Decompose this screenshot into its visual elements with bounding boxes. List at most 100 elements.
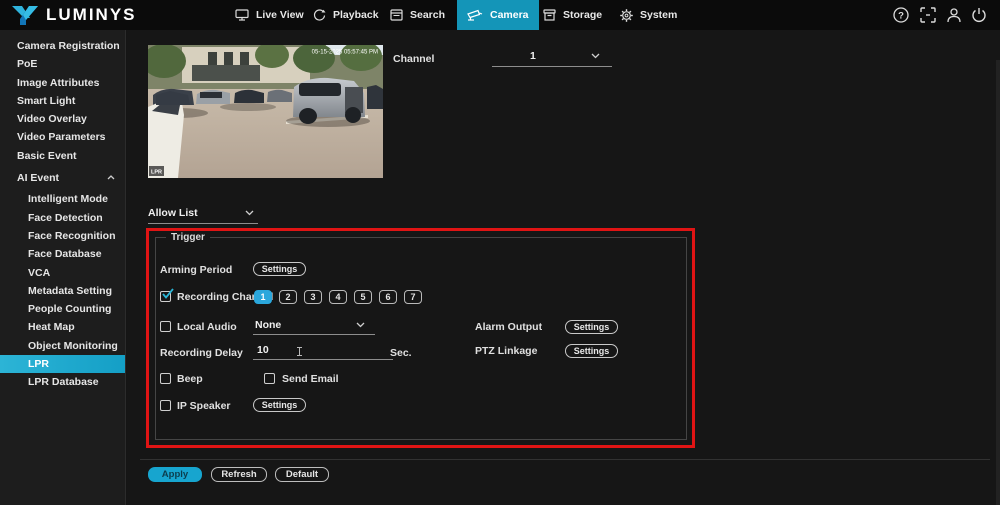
help-icon[interactable]: ?	[893, 7, 909, 23]
recording-channel-checkbox[interactable]	[160, 291, 171, 302]
sidebar-item-basic-event[interactable]: Basic Event	[0, 147, 125, 165]
local-audio-value: None	[255, 319, 281, 331]
recording-delay-value: 10	[257, 344, 269, 356]
tab-system[interactable]: System	[610, 0, 687, 30]
tab-camera[interactable]: Camera	[457, 0, 539, 30]
channel-button-3[interactable]: 3	[304, 290, 322, 304]
user-icon[interactable]	[946, 7, 962, 23]
ip-speaker-label: IP Speaker	[177, 400, 231, 412]
tab-search[interactable]: Search	[380, 0, 455, 30]
sidebar-item-label: AI Event	[17, 172, 59, 184]
tab-playback[interactable]: Playback	[303, 0, 389, 30]
local-audio-select[interactable]: None	[253, 319, 375, 335]
local-audio-checkbox[interactable]	[160, 321, 171, 332]
channel-button-6[interactable]: 6	[379, 290, 397, 304]
allow-list-value: Allow List	[148, 207, 198, 219]
beep-checkbox[interactable]	[160, 373, 171, 384]
sidebar-item-metadata-setting[interactable]: Metadata Setting	[0, 282, 125, 300]
ptz-linkage-settings-button[interactable]: Settings	[565, 344, 618, 358]
sidebar-item-intelligent-mode[interactable]: Intelligent Mode	[0, 190, 125, 208]
sidebar-item-vca[interactable]: VCA	[0, 264, 125, 282]
tab-label: Search	[410, 9, 445, 21]
ptz-linkage-label: PTZ Linkage	[475, 345, 537, 357]
brand-name: LUMINYS	[46, 5, 137, 25]
brand-logo: LUMINYS	[10, 0, 137, 30]
allow-list-select[interactable]: Allow List	[148, 207, 258, 224]
checkmark-icon	[161, 288, 175, 300]
luminys-app: LUMINYS Live View Playback Search	[0, 0, 1000, 505]
tab-storage[interactable]: Storage	[533, 0, 612, 30]
sidebar-item-face-database[interactable]: Face Database	[0, 245, 125, 263]
playback-icon	[313, 9, 326, 22]
chevron-down-icon	[356, 322, 365, 328]
chevron-down-icon	[245, 210, 254, 216]
sidebar-item-heat-map[interactable]: Heat Map	[0, 318, 125, 336]
video-preview[interactable]: 05-15-2025 05:57:45 PM LPR	[148, 45, 383, 178]
gear-icon	[620, 9, 633, 22]
refresh-button[interactable]: Refresh	[211, 467, 267, 482]
channel-button-5[interactable]: 5	[354, 290, 372, 304]
fullscreen-scan-icon[interactable]	[920, 7, 936, 23]
recording-delay-label: Recording Delay	[160, 347, 243, 359]
camera-icon	[467, 9, 483, 21]
sidebar-item-people-counting[interactable]: People Counting	[0, 300, 125, 318]
sidebar-item-ai-event[interactable]: AI Event	[0, 169, 125, 187]
sidebar-item-image-attributes[interactable]: Image Attributes	[0, 74, 125, 92]
alarm-output-label: Alarm Output	[475, 321, 542, 333]
stream-badge: LPR	[151, 170, 162, 176]
tab-label: Camera	[490, 9, 529, 21]
top-bar: LUMINYS Live View Playback Search	[0, 0, 1000, 30]
footer-divider	[140, 459, 990, 460]
luminys-logo-icon	[10, 4, 40, 26]
alarm-output-settings-button[interactable]: Settings	[565, 320, 618, 334]
ip-speaker-settings-button[interactable]: Settings	[253, 398, 306, 412]
channel-select[interactable]: 1	[492, 50, 612, 67]
apply-button[interactable]: Apply	[148, 467, 202, 482]
channel-button-2[interactable]: 2	[279, 290, 297, 304]
sidebar-item-object-monitoring[interactable]: Object Monitoring	[0, 337, 125, 355]
tab-label: Live View	[256, 9, 304, 21]
arming-period-settings-button[interactable]: Settings	[253, 262, 306, 276]
send-email-label: Send Email	[282, 373, 339, 385]
trigger-group: Trigger	[155, 237, 687, 440]
sidebar-item-smart-light[interactable]: Smart Light	[0, 92, 125, 110]
channel-value: 1	[530, 50, 536, 62]
vertical-scrollbar[interactable]	[996, 60, 1000, 505]
ip-speaker-checkbox[interactable]	[160, 400, 171, 411]
sidebar-item-video-overlay[interactable]: Video Overlay	[0, 110, 125, 128]
video-timestamp: 05-15-2025 05:57:45 PM	[312, 50, 378, 56]
sidebar-item-camera-registration[interactable]: Camera Registration	[0, 37, 125, 55]
tab-label: Playback	[333, 9, 379, 21]
sidebar-item-face-recognition[interactable]: Face Recognition	[0, 227, 125, 245]
monitor-icon	[235, 9, 249, 21]
text-cursor-icon	[299, 347, 300, 356]
sidebar-item-lpr[interactable]: LPR	[0, 355, 125, 373]
sidebar-item-video-parameters[interactable]: Video Parameters	[0, 128, 125, 146]
arming-period-label: Arming Period	[160, 264, 232, 276]
local-audio-label: Local Audio	[177, 321, 237, 333]
recording-delay-input[interactable]: 10	[253, 344, 393, 360]
channel-button-1[interactable]: 1	[254, 290, 272, 304]
main-content: 05-15-2025 05:57:45 PM LPR Channel 1 All…	[127, 30, 1000, 505]
default-button[interactable]: Default	[275, 467, 329, 482]
parking-lot-scene: 05-15-2025 05:57:45 PM LPR	[148, 45, 383, 178]
trigger-legend: Trigger	[166, 232, 210, 243]
recording-delay-unit: Sec.	[390, 347, 412, 359]
beep-label: Beep	[177, 373, 203, 385]
sidebar-item-face-detection[interactable]: Face Detection	[0, 209, 125, 227]
chevron-up-icon	[107, 175, 115, 180]
send-email-checkbox[interactable]	[264, 373, 275, 384]
channel-button-4[interactable]: 4	[329, 290, 347, 304]
channel-button-7[interactable]: 7	[404, 290, 422, 304]
power-icon[interactable]	[971, 7, 987, 23]
svg-text:?: ?	[898, 11, 904, 22]
tab-label: System	[640, 9, 677, 21]
sidebar-item-poe[interactable]: PoE	[0, 55, 125, 73]
storage-icon	[543, 9, 556, 21]
sidebar: Camera Registration PoE Image Attributes…	[0, 30, 126, 505]
channel-label: Channel	[393, 53, 434, 65]
chevron-down-icon	[591, 53, 600, 59]
tab-label: Storage	[563, 9, 602, 21]
tab-live-view[interactable]: Live View	[225, 0, 314, 30]
sidebar-item-lpr-database[interactable]: LPR Database	[0, 373, 125, 391]
